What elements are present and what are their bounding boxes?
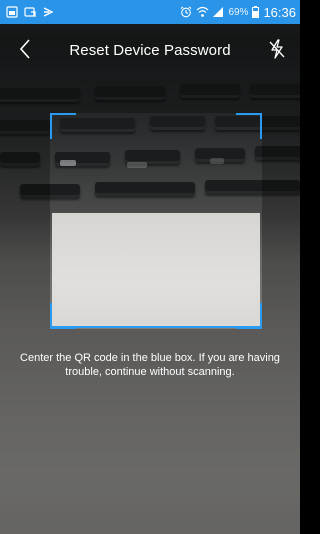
screenshot-icon bbox=[24, 6, 36, 18]
flash-toggle-button[interactable] bbox=[262, 36, 292, 66]
qr-scanner-screen: 69% 16:36 Reset Device Password Center t… bbox=[0, 0, 300, 534]
dim-overlay-right bbox=[262, 113, 300, 329]
back-chevron-icon bbox=[19, 38, 31, 64]
signal-icon bbox=[212, 6, 224, 18]
flash-off-icon bbox=[269, 38, 285, 64]
back-button[interactable] bbox=[10, 36, 40, 66]
battery-icon bbox=[252, 6, 260, 18]
battery-percent: 69% bbox=[228, 6, 249, 18]
dim-overlay-left bbox=[0, 113, 50, 329]
status-bar: 69% 16:36 bbox=[0, 0, 300, 24]
gallery-icon bbox=[6, 6, 18, 18]
wifi-icon bbox=[196, 6, 209, 18]
alarm-icon bbox=[180, 6, 192, 18]
scan-hint-text: Center the QR code in the blue box. If y… bbox=[20, 352, 280, 378]
cast-icon bbox=[42, 6, 54, 18]
page-title: Reset Device Password bbox=[69, 41, 231, 59]
scan-frame-corner bbox=[50, 113, 76, 139]
app-header: Reset Device Password bbox=[0, 24, 300, 76]
clock: 16:36 bbox=[263, 4, 296, 20]
scan-line bbox=[50, 326, 262, 328]
qr-scan-frame bbox=[50, 113, 262, 329]
scan-frame-corner bbox=[236, 113, 262, 139]
